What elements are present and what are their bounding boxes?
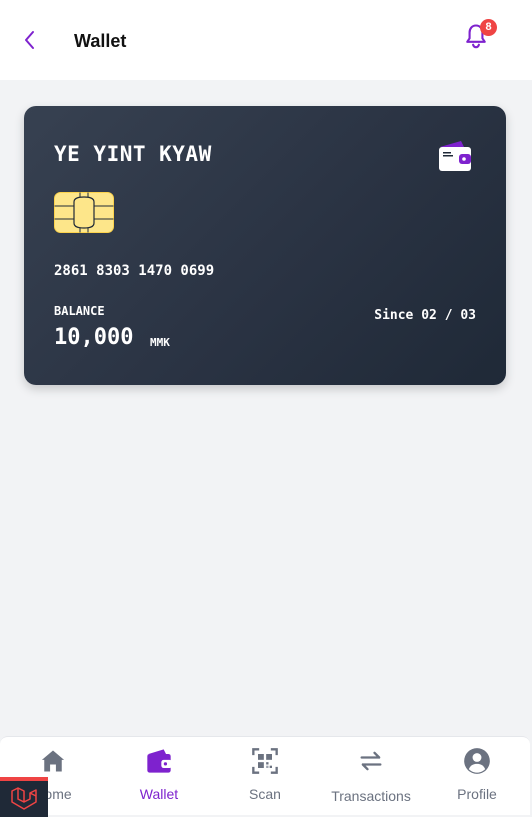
balance-label: BALANCE xyxy=(54,304,105,318)
balance-amount: 10,000 xyxy=(54,325,134,350)
wallet-card[interactable]: YE YINT KYAW 2861 8303 1470 0699 BALANCE… xyxy=(24,106,506,385)
debugbar-toggle[interactable] xyxy=(0,777,48,817)
back-button[interactable] xyxy=(18,28,42,52)
card-number: 2861 8303 1470 0699 xyxy=(54,263,215,279)
nav-label-transactions: Transactions xyxy=(331,788,411,804)
home-icon xyxy=(41,750,65,772)
nav-item-wallet[interactable]: Wallet xyxy=(106,737,212,815)
wallet-icon xyxy=(439,141,471,171)
nav-item-profile[interactable]: Profile xyxy=(424,737,530,815)
wallet-icon xyxy=(147,749,172,773)
chip-icon xyxy=(54,192,114,233)
card-holder-name: YE YINT KYAW xyxy=(54,142,212,166)
balance-currency: MMK xyxy=(150,336,170,349)
user-circle-icon xyxy=(464,748,490,774)
laravel-logo-icon xyxy=(11,787,37,810)
notification-count-badge: 8 xyxy=(480,19,497,36)
qr-scan-icon xyxy=(252,748,278,774)
bottom-navigation: Home Wallet Scan Transactions Profile xyxy=(0,736,530,815)
nav-label-wallet: Wallet xyxy=(139,786,179,802)
nav-label-profile: Profile xyxy=(457,786,497,802)
app-header: Wallet 8 xyxy=(0,0,532,80)
nav-item-transactions[interactable]: Transactions xyxy=(318,737,424,815)
arrows-exchange-icon xyxy=(360,751,382,771)
nav-label-scan: Scan xyxy=(249,786,281,802)
nav-item-scan[interactable]: Scan xyxy=(212,737,318,815)
wallet-screen: Wallet 8 YE YINT KYAW 2861 8303 1470 069… xyxy=(0,0,532,817)
page-title: Wallet xyxy=(74,31,127,51)
chevron-left-icon xyxy=(25,31,34,49)
card-since-date: Since 02 / 03 xyxy=(374,308,476,323)
